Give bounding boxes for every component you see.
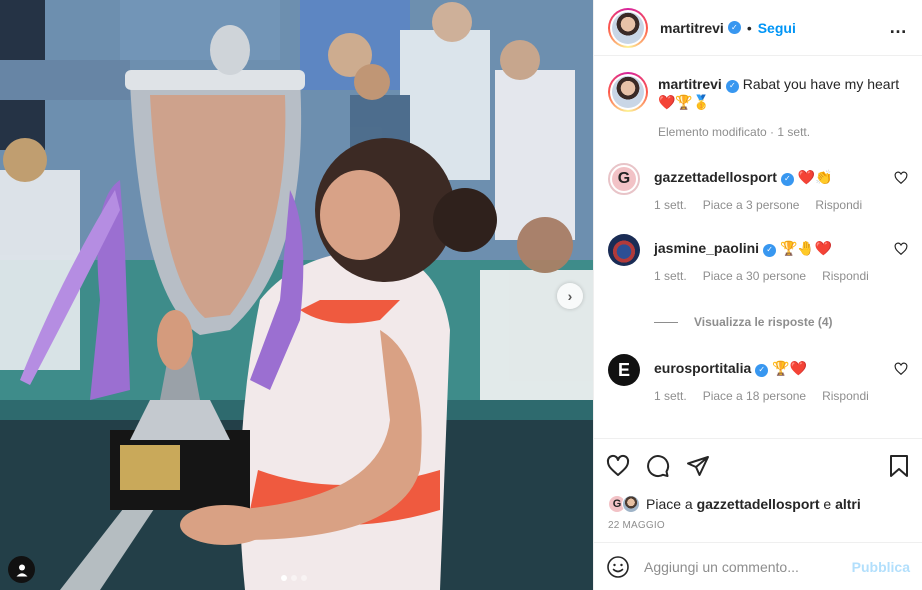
avatar-image	[612, 76, 644, 108]
heart-icon[interactable]	[894, 242, 908, 256]
comments-list: martitrevi ✓ Rabat you have my heart ❤️🏆🥇…	[594, 56, 922, 438]
avatar-image	[612, 11, 644, 44]
comment: jasmine_paolini ✓ 🏆🤚❤️ 1 sett. Piace a 30…	[608, 234, 908, 285]
comment-time: 1 sett.	[654, 198, 687, 212]
post-date: 22 MAGGIO	[608, 520, 665, 531]
add-comment-bar: Pubblica	[594, 542, 922, 590]
likes-summary: G Piace a gazzettadellosport e altri	[594, 492, 922, 516]
share-icon[interactable]	[686, 454, 710, 478]
next-photo-button[interactable]: ›	[557, 283, 583, 309]
caption-edited: Elemento modificato · 1 sett.	[658, 125, 811, 139]
emoji-icon[interactable]	[606, 555, 630, 579]
header-username[interactable]: martitrevi	[660, 20, 724, 36]
comment-username[interactable]: eurosportitalia	[654, 360, 751, 376]
caption-emojis: ❤️🏆🥇	[658, 94, 711, 110]
comment-username[interactable]: gazzettadellosport	[654, 169, 777, 185]
photo-illustration	[0, 0, 593, 590]
caption: martitrevi ✓ Rabat you have my heart ❤️🏆🥇…	[608, 72, 908, 141]
post-side-panel: martitrevi ✓ • Segui … martitrevi ✓ Rabat…	[593, 0, 922, 590]
separator: •	[746, 19, 752, 36]
comment-likes[interactable]: Piace a 3 persone	[703, 196, 800, 214]
more-options-icon[interactable]: …	[889, 17, 908, 38]
view-replies-button[interactable]: Visualizza le risposte (4)	[654, 315, 908, 329]
chevron-right-icon: ›	[567, 288, 573, 304]
comment-time: 1 sett.	[654, 389, 687, 403]
caption-username[interactable]: martitrevi	[658, 76, 722, 92]
comment: G gazzettadellosport ✓ ❤️👏 1 sett. Piace …	[608, 163, 908, 214]
comment-text: ❤️👏	[797, 169, 833, 185]
tagged-users-button[interactable]	[8, 556, 35, 583]
bookmark-icon[interactable]	[888, 454, 910, 478]
comment-likes[interactable]: Piace a 30 persone	[703, 267, 806, 285]
carousel-dot	[301, 575, 307, 581]
post-photo[interactable]: ›	[0, 0, 593, 590]
verified-icon: ✓	[763, 243, 777, 257]
comment-icon[interactable]	[646, 454, 670, 478]
comment-input[interactable]	[644, 558, 852, 575]
heart-icon[interactable]	[894, 171, 908, 185]
avatar[interactable]	[608, 7, 648, 48]
follow-button[interactable]: Segui	[758, 20, 796, 36]
carousel-dot	[291, 575, 297, 581]
reply-button[interactable]: Rispondi	[815, 196, 862, 214]
likes-others-link[interactable]: altri	[835, 496, 861, 512]
comment: E eurosportitalia ✓ 🏆❤️ 1 sett. Piace a 1…	[608, 354, 908, 405]
comment-text: 🏆❤️	[772, 360, 808, 376]
reply-button[interactable]: Rispondi	[822, 267, 869, 285]
verified-icon: ✓	[727, 21, 741, 34]
user-icon	[16, 564, 27, 576]
action-bar	[594, 438, 922, 492]
heart-icon[interactable]	[894, 362, 908, 376]
caption-text: Rabat you have my heart	[742, 76, 900, 92]
comment-text: 🏆🤚❤️	[779, 240, 833, 256]
verified-icon: ✓	[780, 172, 794, 186]
avatar[interactable]	[608, 234, 640, 266]
instagram-post: › martitrevi ✓ • Segui … martitrevi ✓ Ra…	[0, 0, 922, 590]
post-header: martitrevi ✓ • Segui …	[594, 0, 922, 56]
avatar[interactable]: E	[608, 354, 640, 386]
comment-likes[interactable]: Piace a 18 persone	[703, 387, 806, 405]
liker-avatar	[622, 495, 640, 513]
comment-time: 1 sett.	[654, 269, 687, 283]
avatar[interactable]: G	[608, 163, 640, 195]
verified-icon: ✓	[725, 79, 739, 93]
reply-button[interactable]: Rispondi	[822, 387, 869, 405]
verified-icon: ✓	[755, 363, 769, 377]
carousel-dots	[281, 575, 307, 581]
publish-button[interactable]: Pubblica	[852, 559, 910, 575]
liker-username[interactable]: gazzettadellosport	[697, 496, 820, 512]
carousel-dot	[281, 575, 287, 581]
comment-username[interactable]: jasmine_paolini	[654, 240, 759, 256]
avatar[interactable]	[608, 72, 648, 112]
like-heart-icon[interactable]	[606, 454, 630, 478]
